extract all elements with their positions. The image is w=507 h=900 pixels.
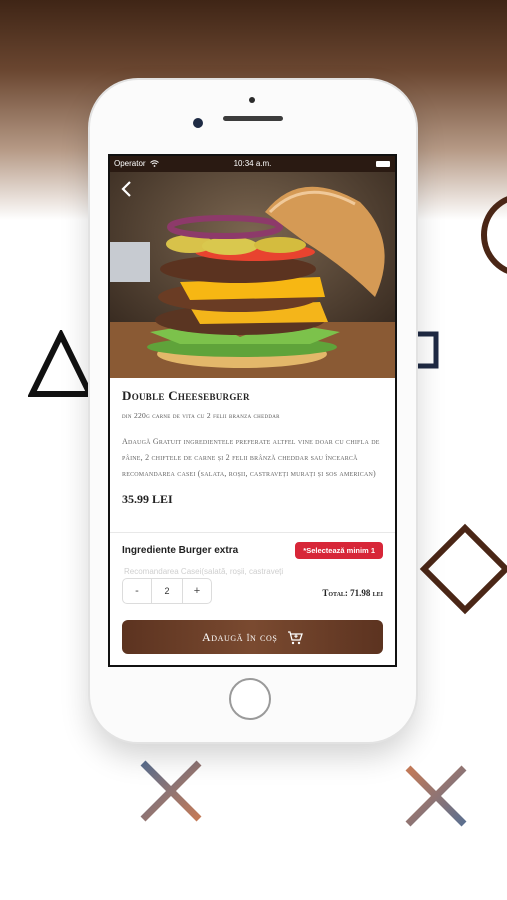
battery-icon [376, 161, 390, 167]
app-screen: Operator 10:34 a.m. Double Cheeseburger … [108, 154, 397, 667]
product-image [110, 172, 395, 378]
product-subtitle: din 220g carne de vita cu 2 felii branza… [122, 411, 280, 420]
extras-option[interactable]: Recomandarea Casei(salată, roșii, castra… [124, 567, 383, 576]
cart-add-icon [287, 631, 303, 645]
back-arrow-icon [121, 181, 131, 197]
product-details: Double Cheeseburger din 220g carne de vi… [122, 388, 383, 507]
cross-decoration-right [405, 765, 467, 827]
quantity-value: 2 [164, 586, 170, 596]
divider [110, 532, 395, 533]
extras-header: Ingrediente Burger extra *Selectează min… [122, 542, 383, 560]
circle-decoration [481, 196, 507, 274]
triangle-decoration [28, 330, 94, 397]
diamond-decoration [419, 523, 507, 615]
order-total: Total: 71.98 lei [322, 588, 383, 598]
quantity-stepper: - 2 + [122, 578, 212, 604]
home-button[interactable] [229, 678, 271, 720]
product-price: 35.99 LEI [122, 492, 173, 506]
extras-required-badge: *Selectează minim 1 [295, 542, 383, 559]
status-time: 10:34 a.m. [233, 159, 272, 168]
phone-speaker [223, 116, 283, 121]
phone-frame: Operator 10:34 a.m. Double Cheeseburger … [90, 80, 416, 742]
cross-decoration-left [140, 760, 202, 822]
back-button[interactable] [120, 180, 140, 202]
quantity-decrease-button[interactable]: - [123, 579, 152, 603]
add-to-cart-label: Adaugă în coș [202, 630, 278, 644]
burger-illustration [110, 172, 395, 378]
phone-camera [193, 118, 203, 128]
quantity-increase-button[interactable]: + [182, 579, 211, 603]
extras-title: Ingrediente Burger extra [122, 545, 239, 556]
status-bar: Operator 10:34 a.m. [110, 156, 395, 172]
add-to-cart-button[interactable]: Adaugă în coș [122, 620, 383, 654]
product-title: Double Cheeseburger [122, 388, 250, 403]
phone-sensor [249, 97, 255, 103]
product-description: Adaugă Gratuit ingredientele preferate a… [122, 437, 380, 478]
